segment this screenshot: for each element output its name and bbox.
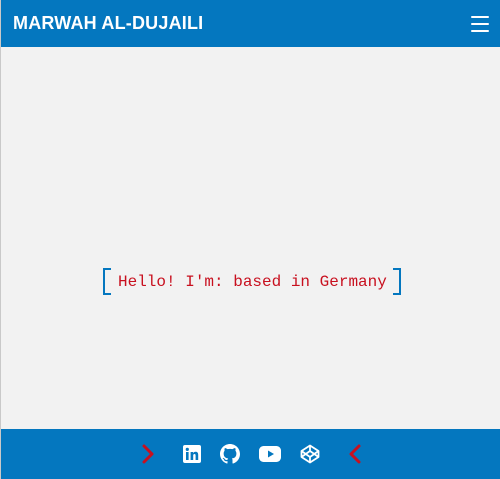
chevron-right-icon[interactable]: [137, 443, 159, 465]
footer-bar: [1, 429, 500, 479]
chevron-left-icon[interactable]: [344, 443, 366, 465]
codepen-icon[interactable]: [299, 443, 321, 465]
right-bracket: [392, 268, 401, 295]
top-navbar: MARWAH AL-DUJAILI: [1, 0, 500, 47]
linkedin-icon[interactable]: [181, 443, 203, 465]
hamburger-menu-icon[interactable]: [471, 15, 489, 33]
site-title[interactable]: MARWAH AL-DUJAILI: [13, 13, 203, 34]
tagline: Hello! I'm: based in Germany: [103, 268, 401, 295]
hero-section: Hello! I'm: based in Germany: [2, 47, 500, 429]
youtube-icon[interactable]: [258, 443, 282, 465]
left-bracket: [103, 268, 111, 295]
github-icon[interactable]: [219, 443, 241, 465]
tagline-text: Hello! I'm: based in Germany: [118, 272, 387, 291]
page-frame: MARWAH AL-DUJAILI Hello! I'm: based in G…: [0, 0, 500, 479]
